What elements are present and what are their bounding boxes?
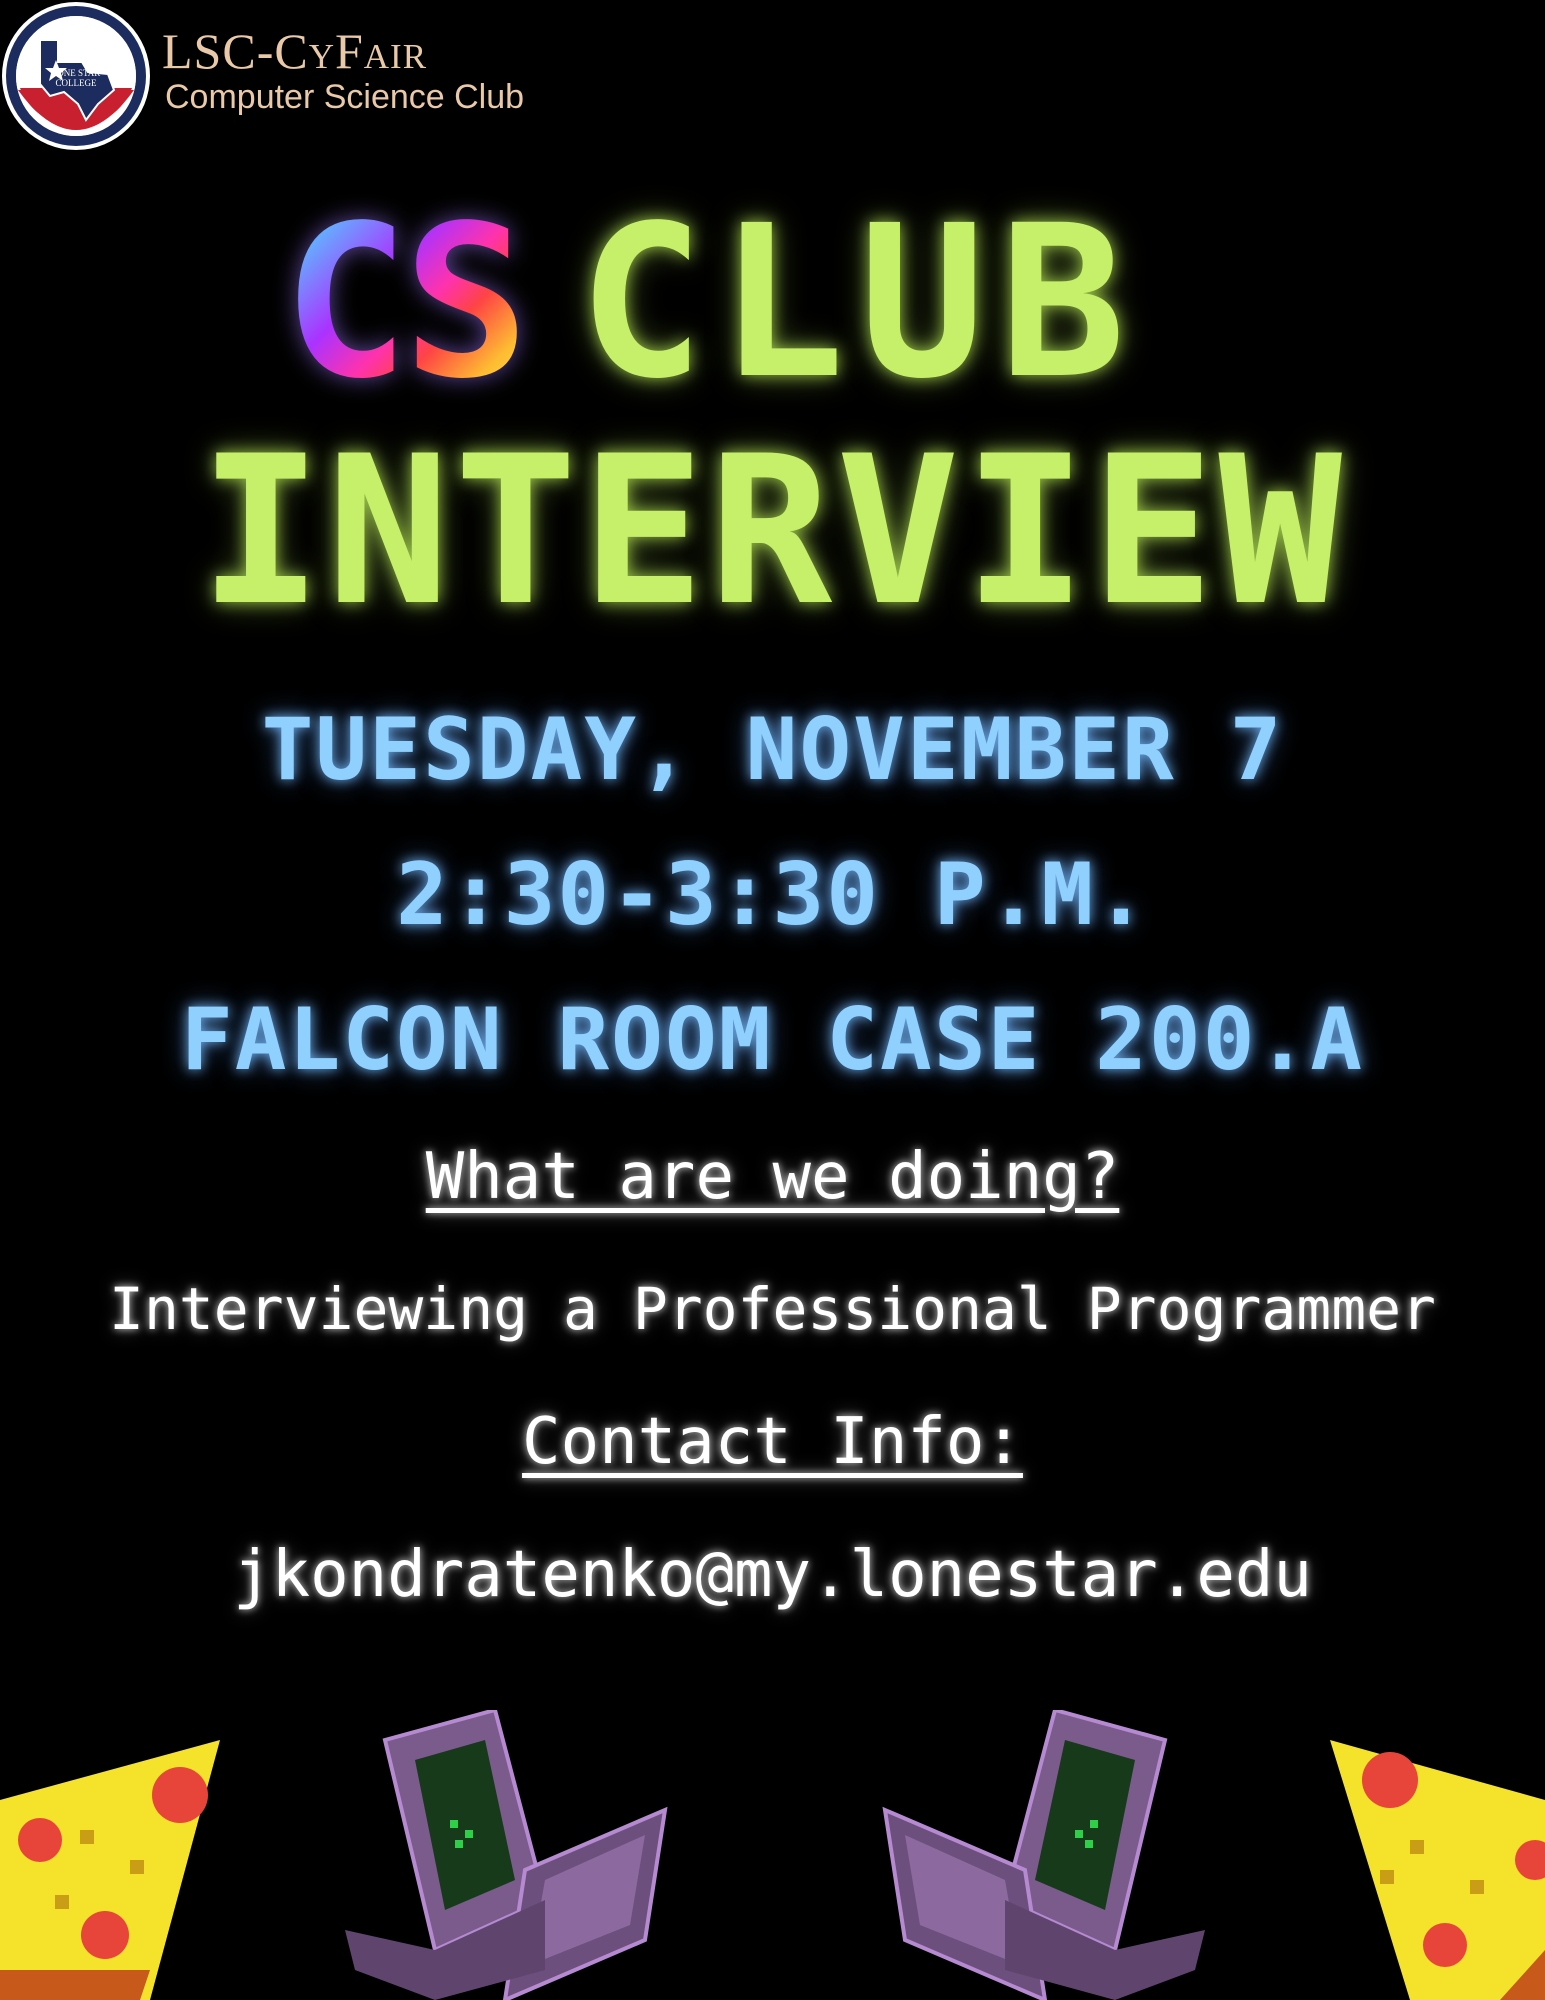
question-heading: What are we doing? [425, 1140, 1120, 1214]
retro-laptop-icon [882, 1710, 1205, 2000]
title-club: CLUB [578, 180, 1140, 425]
pizza-slice-icon [1330, 1740, 1545, 2000]
contact-email[interactable]: jkondratenko@my.lonestar.edu [0, 1538, 1545, 1612]
title-cs: CS [258, 198, 548, 408]
answer-text: Interviewing a Professional Programmer [109, 1275, 1436, 1343]
lone-star-college-logo: LONE STAR COLLEGE [2, 2, 150, 150]
retro-laptop-icon [345, 1710, 668, 2000]
event-date: TUESDAY, NOVEMBER 7 [261, 700, 1284, 800]
event-time: 2:30-3:30 P.M. [396, 845, 1149, 945]
org-name: LSC-CyFair [162, 23, 428, 79]
contact-heading: Contact Info: [522, 1405, 1023, 1479]
event-location: FALCON ROOM CASE 200.A [180, 990, 1365, 1090]
title-interview: INTERVIEW [199, 413, 1346, 651]
org-subtitle: Computer Science Club [165, 78, 525, 116]
pizza-slice-icon [0, 1740, 220, 2000]
